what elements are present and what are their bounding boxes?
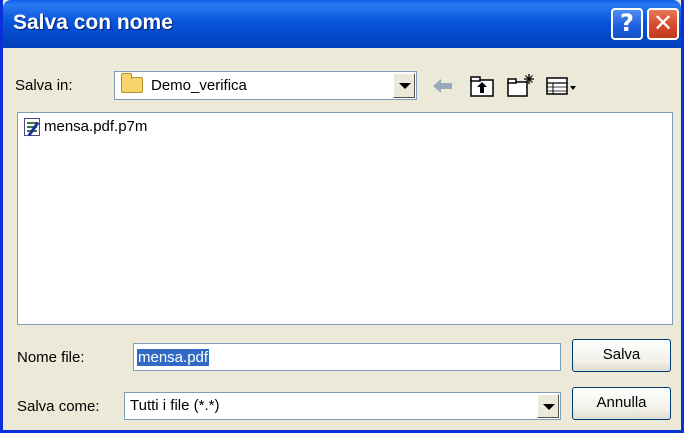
save-as-type-label: Salva come:	[17, 398, 100, 415]
file-name: mensa.pdf.p7m	[44, 118, 148, 135]
up-folder-icon[interactable]	[468, 73, 496, 99]
close-button[interactable]: ✕	[647, 8, 679, 40]
save-in-label: Salva in:	[15, 77, 73, 94]
save-as-dialog: Salva con nome ? ✕ Salva in: Demo_verifi…	[0, 0, 684, 433]
file-list[interactable]: mensa.pdf.p7m	[17, 112, 673, 325]
file-name-value: mensa.pdf	[137, 349, 210, 366]
back-arrow-icon[interactable]	[430, 73, 456, 99]
help-icon: ?	[620, 9, 634, 37]
file-name-label: Nome file:	[17, 349, 85, 366]
help-button[interactable]: ?	[611, 8, 643, 40]
save-button-label: Salva	[602, 346, 641, 363]
save-button[interactable]: Salva	[572, 339, 671, 372]
new-folder-icon[interactable]	[505, 73, 535, 99]
save-in-dropdown[interactable]: Demo_verifica	[114, 71, 417, 100]
title-bar[interactable]: Salva con nome ? ✕	[3, 0, 681, 48]
close-icon: ✕	[652, 9, 674, 37]
chevron-down-icon[interactable]	[537, 394, 559, 418]
cancel-button-label: Annulla	[596, 394, 647, 411]
view-menu-icon[interactable]	[545, 73, 579, 99]
chevron-down-icon[interactable]	[393, 73, 415, 98]
save-as-type-value: Tutti i file (*.*)	[130, 397, 220, 414]
file-name-input[interactable]: mensa.pdf	[133, 343, 561, 371]
signed-document-icon	[24, 118, 40, 136]
folder-icon	[121, 73, 143, 93]
dialog-title: Salva con nome	[13, 11, 173, 34]
save-in-value: Demo_verifica	[151, 77, 247, 94]
save-as-type-dropdown[interactable]: Tutti i file (*.*)	[124, 392, 561, 420]
cancel-button[interactable]: Annulla	[572, 387, 671, 420]
